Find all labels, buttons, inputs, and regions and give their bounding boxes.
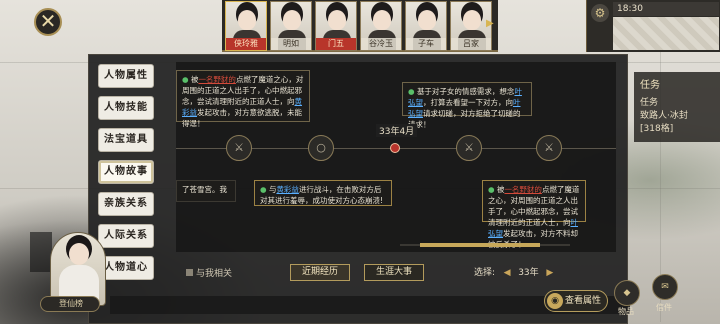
portrait-name: 谷冷玉 [361,38,401,50]
task-title: 任务 [640,80,660,91]
chevron-right-icon[interactable]: ▶ [486,18,494,29]
year-selector: 选择: ◀ 33年 ▶ [474,265,553,278]
tab-relations[interactable]: 人际关系 [98,224,154,248]
close-button[interactable]: ✕ [34,8,62,36]
task-line: [318格] [640,124,674,134]
year-select-label: 选择: [474,268,496,278]
portrait-1[interactable]: 侠玲雅 [225,1,267,51]
items-label: 物品 [618,307,634,316]
status-mini-panel [30,232,52,272]
sword-icon[interactable]: ⚔ [226,135,252,161]
portrait-head [328,10,346,30]
letter-label: 信件 [656,303,672,312]
tab-skills[interactable]: 人物技能 [98,96,154,120]
event-bullet: ● [182,75,189,84]
game-clock: 18:30 [613,2,719,16]
event-name-link[interactable]: 一名野豺的 [504,185,542,194]
portrait-head [69,243,89,265]
eye-icon: ◉ [547,293,563,309]
event-card-5[interactable]: ● 被一名野豺的点燃了魔道之心，对周围的正道之人出手了，心中燃起邪念，尝试清理附… [482,180,586,249]
portrait-4[interactable]: 谷冷玉 [360,1,402,51]
event-name-link[interactable]: 一名野豺的 [198,75,236,84]
character-portrait-strip: 侠玲雅 明如 门五 谷冷玉 子车 吕家 [222,0,498,52]
current-time-marker[interactable] [390,143,400,153]
event-bullet: ● [488,185,495,194]
checkbox-icon[interactable] [186,269,193,276]
related-to-me-filter[interactable]: 与我相关 [186,266,232,279]
portrait-name: 子车 [406,38,446,50]
event-card-3[interactable]: 了苍雪宫。我 [176,180,236,202]
event-bullet: ● [408,87,415,96]
event-text: 了苍雪宫。我 [182,185,227,194]
portrait-name: 门五 [316,38,356,50]
portrait-head [373,10,391,30]
player-portrait[interactable] [50,232,106,306]
event-name-link[interactable]: 黄彩益 [276,185,299,194]
minimap[interactable] [613,17,719,50]
tab-family[interactable]: 亲族关系 [98,192,154,216]
timeline-scrollbar-thumb[interactable] [420,243,540,247]
portrait-name: 明如 [271,38,311,50]
letter-icon[interactable]: ✉ [652,274,678,300]
bag-icon[interactable]: ◆ [614,280,640,306]
recent-experience-tab[interactable]: 近期经历 [290,264,350,281]
filter-label: 与我相关 [196,269,233,279]
year-value: 33年 [518,268,539,278]
portrait-3[interactable]: 门五 [315,1,357,51]
portrait-head [238,10,256,30]
side-tab-list: 人物属性 人物技能 法宝道具 人物故事 亲族关系 人际关系 人物道心 [98,64,154,280]
event-bullet: ● [260,185,267,194]
year-next-icon[interactable]: ▶ [546,268,553,278]
task-panel[interactable]: 任务 任务 致路人·冰封 [318格] [634,72,720,142]
crossed-swords-icon[interactable]: ⚔ [456,135,482,161]
portrait-head [283,10,301,30]
tab-story[interactable]: 人物故事 [98,160,154,184]
tab-dao-heart[interactable]: 人物道心 [98,256,154,280]
portrait-2[interactable]: 明如 [270,1,312,51]
life-events-tab[interactable]: 生涯大事 [364,264,424,281]
timeline-node-icon[interactable]: ○ [308,135,334,161]
portrait-5[interactable]: 子车 [405,1,447,51]
tab-attributes[interactable]: 人物属性 [98,64,154,88]
event-card-2[interactable]: ● 基于对子女的情感需求，想念叶弘望，打算去看望一下对方，向叶弘望请求切磋，对方… [402,82,532,129]
task-line: 任务 [640,98,659,108]
view-attributes-label: 查看属性 [565,296,602,306]
event-text: 基于对子女的情感需求，想念 [416,87,515,96]
portrait-head [418,10,436,30]
portrait-head [463,10,481,30]
tab-items[interactable]: 法宝道具 [98,128,154,152]
player-name-tag[interactable]: 登仙榜 [40,296,100,312]
event-text: ，打算去看望一下对方，向 [423,98,513,107]
year-prev-icon[interactable]: ◀ [504,268,511,278]
view-attributes-button[interactable]: ◉ 查看属性 [544,290,608,312]
gear-icon[interactable]: ⚙ [591,4,609,22]
top-right-hud: ⚙ 18:30 [586,0,720,52]
task-line: 致路人·冰封 [640,111,688,121]
portrait-name: 侠玲雅 [226,38,266,50]
sword-icon[interactable]: ⚔ [536,135,562,161]
timeline-date-label: 33年4月 [376,124,418,137]
event-card-4[interactable]: ● 与黄彩益进行战斗，在击败对方后对其进行羞辱，成功使对方心态崩溃! [254,180,392,206]
event-card-1[interactable]: ● 被一名野豺的点燃了魔道之心，对周围的正道之人出手了，心中燃起邪念，尝试清理附… [176,70,310,128]
portrait-name: 吕家 [451,38,491,50]
